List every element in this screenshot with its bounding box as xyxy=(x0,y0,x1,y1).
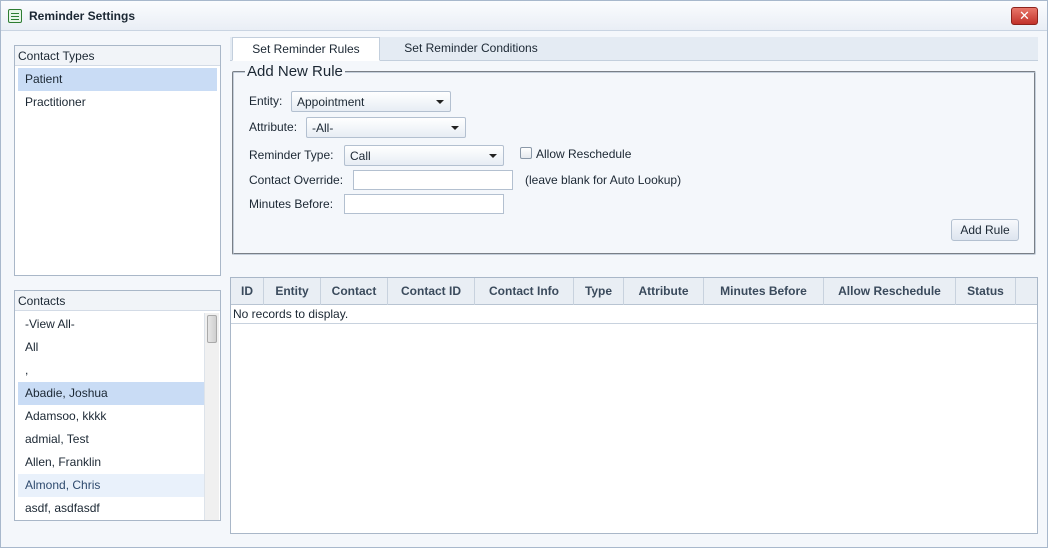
allow-reschedule-checkbox[interactable] xyxy=(520,147,532,159)
contact-item-abadie-joshua[interactable]: Abadie, Joshua xyxy=(18,382,204,405)
contact-type-patient[interactable]: Patient xyxy=(18,68,217,91)
empty-grid-message: No records to display. xyxy=(231,305,1037,324)
minutes-before-label: Minutes Before: xyxy=(249,197,334,211)
allow-reschedule-label: Allow Reschedule xyxy=(536,147,632,161)
contact-types-panel: Contact Types Patient Practitioner xyxy=(14,45,221,276)
contacts-panel: Contacts -View All- All , Abadie, Joshua… xyxy=(14,290,221,521)
tab-set-reminder-conditions[interactable]: Set Reminder Conditions xyxy=(380,37,562,61)
settings-list-icon xyxy=(8,9,22,23)
contact-item-admial-test[interactable]: admial, Test xyxy=(18,428,204,451)
minutes-before-input[interactable] xyxy=(344,194,504,214)
reminder-type-select-value: Call xyxy=(350,149,371,163)
column-header-contact-id[interactable]: Contact ID xyxy=(388,278,475,305)
grid-header: ID Entity Contact Contact ID Contact Inf… xyxy=(231,278,1037,305)
contact-override-label: Contact Override: xyxy=(249,173,344,187)
window-title: Reminder Settings xyxy=(29,9,136,23)
chevron-down-icon xyxy=(436,100,444,104)
column-header-minutes-before[interactable]: Minutes Before xyxy=(704,278,824,305)
chevron-down-icon xyxy=(489,154,497,158)
contact-override-input[interactable] xyxy=(353,170,513,190)
column-header-entity[interactable]: Entity xyxy=(264,278,321,305)
contact-type-practitioner[interactable]: Practitioner xyxy=(18,91,217,114)
contacts-list: -View All- All , Abadie, Joshua Adamsoo,… xyxy=(18,313,204,520)
contact-item-almond-chris[interactable]: Almond, Chris xyxy=(18,474,204,497)
contact-item-all[interactable]: All xyxy=(18,336,204,359)
contact-item-view-all[interactable]: -View All- xyxy=(18,313,204,336)
column-header-contact-info[interactable]: Contact Info xyxy=(475,278,574,305)
attribute-label: Attribute: xyxy=(249,120,298,134)
tab-set-reminder-rules[interactable]: Set Reminder Rules xyxy=(232,37,380,61)
contacts-scroll-thumb[interactable] xyxy=(207,315,217,343)
contact-item-asdf-asdfasdf[interactable]: asdf, asdfasdf xyxy=(18,497,204,520)
attribute-select-value: -All- xyxy=(312,121,334,135)
reminder-settings-window: Reminder Settings ✕ Contact Types Patien… xyxy=(0,0,1048,548)
entity-select[interactable]: Appointment xyxy=(291,91,451,112)
contact-types-header: Contact Types xyxy=(15,46,220,66)
column-header-contact[interactable]: Contact xyxy=(321,278,388,305)
title-bar: Reminder Settings ✕ xyxy=(1,1,1047,31)
contacts-header: Contacts xyxy=(15,291,220,311)
chevron-down-icon xyxy=(451,126,459,130)
contact-item-comma[interactable]: , xyxy=(18,359,204,382)
entity-select-value: Appointment xyxy=(297,95,365,109)
column-header-type[interactable]: Type xyxy=(574,278,624,305)
entity-label: Entity: xyxy=(249,94,283,108)
column-header-id[interactable]: ID xyxy=(231,278,264,305)
contacts-scrollbar[interactable] xyxy=(204,313,219,520)
add-new-rule-legend: Add New Rule xyxy=(245,63,345,80)
rules-grid: ID Entity Contact Contact ID Contact Inf… xyxy=(230,277,1038,534)
reminder-type-label: Reminder Type: xyxy=(249,148,334,162)
tab-strip: Set Reminder Rules Set Reminder Conditio… xyxy=(230,37,1038,61)
column-header-status[interactable]: Status xyxy=(956,278,1016,305)
attribute-select[interactable]: -All- xyxy=(306,117,466,138)
column-header-allow-reschedule[interactable]: Allow Reschedule xyxy=(824,278,956,305)
contact-override-hint: (leave blank for Auto Lookup) xyxy=(525,173,682,187)
column-header-attribute[interactable]: Attribute xyxy=(624,278,704,305)
contact-item-allen-franklin[interactable]: Allen, Franklin xyxy=(18,451,204,474)
reminder-type-select[interactable]: Call xyxy=(344,145,504,166)
add-rule-button[interactable]: Add Rule xyxy=(951,219,1019,241)
contact-item-adamsoo-kkkk[interactable]: Adamsoo, kkkk xyxy=(18,405,204,428)
close-button[interactable]: ✕ xyxy=(1011,7,1038,25)
